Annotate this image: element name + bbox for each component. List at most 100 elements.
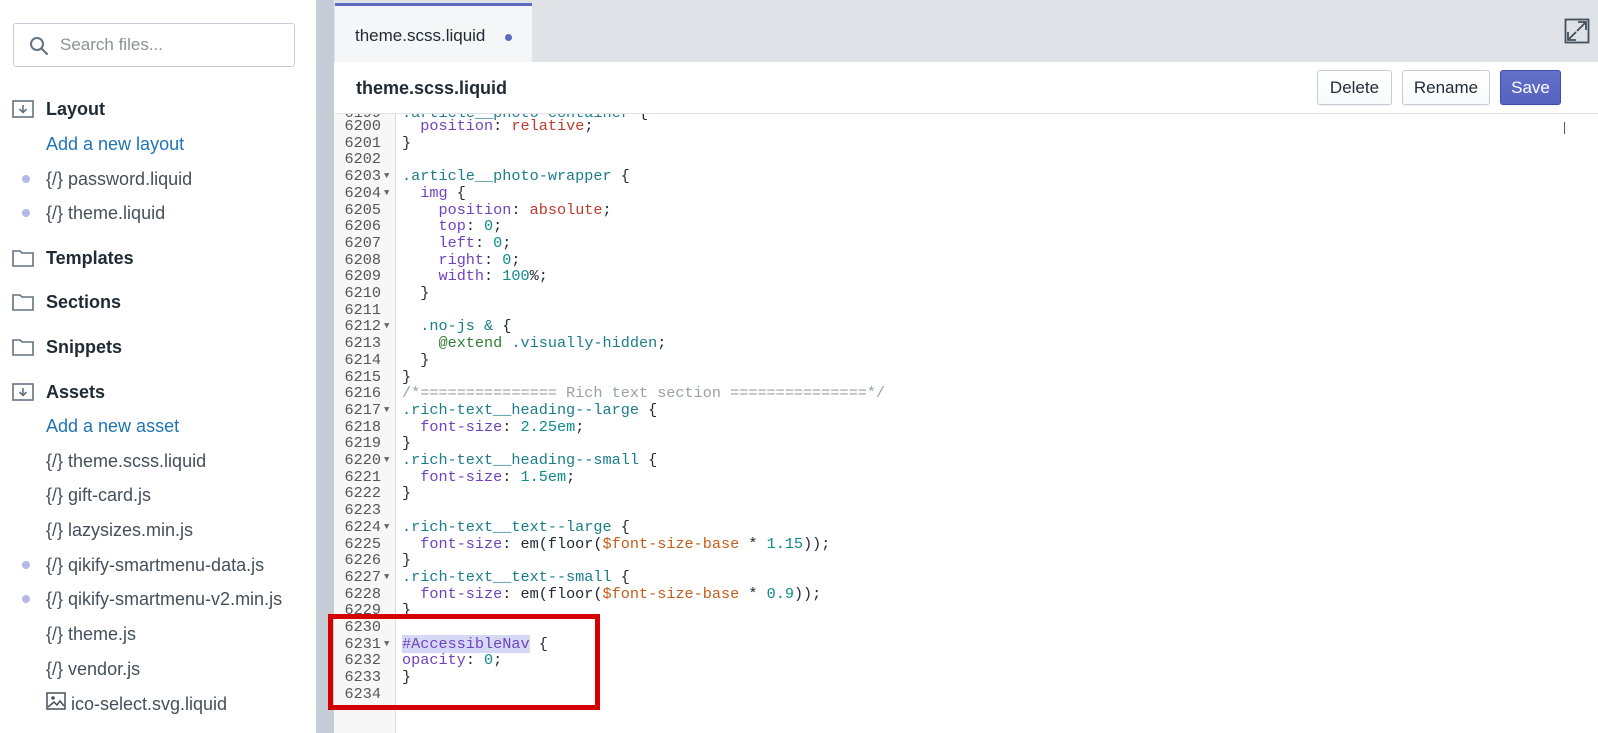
code-text: font-size: 2.25em; bbox=[420, 417, 585, 436]
file-name: ico-select.svg.liquid bbox=[71, 693, 228, 714]
file-sidebar: Layout Add a new layout {/}password.liqu… bbox=[0, 0, 316, 733]
file-type-icon: {/} bbox=[46, 168, 64, 189]
code-text: .rich-text__text--small { bbox=[402, 567, 630, 586]
file-name: theme.js bbox=[68, 623, 137, 644]
folder-open-icon bbox=[12, 100, 34, 118]
line-number: 6208 bbox=[344, 250, 381, 269]
file-type-icon: {/} bbox=[46, 484, 64, 505]
code-editor[interactable]: 6199.article__photo-container {6200 posi… bbox=[334, 114, 1598, 733]
line-number: 6234 bbox=[344, 684, 381, 703]
rename-button[interactable]: Rename bbox=[1402, 70, 1490, 105]
code-line: 6217 ▼ .rich-text__heading--large { bbox=[334, 400, 1598, 419]
code-text: } bbox=[402, 133, 412, 152]
fold-arrow-icon[interactable]: ▼ bbox=[384, 185, 389, 202]
code-text: .rich-text__text--large { bbox=[402, 517, 630, 536]
fold-arrow-icon[interactable]: ▼ bbox=[384, 318, 389, 335]
code-line: 6232 opacity: 0; bbox=[334, 652, 1598, 669]
code-line: 6221 font-size: 1.5em; bbox=[334, 468, 1598, 486]
modified-dot bbox=[22, 175, 30, 183]
fold-arrow-icon[interactable]: ▼ bbox=[384, 168, 389, 185]
folder-sections[interactable]: Sections bbox=[0, 287, 316, 317]
code-text: .rich-text__heading--large { bbox=[402, 400, 658, 419]
folder-label: Templates bbox=[46, 247, 134, 268]
code-line: 6215} bbox=[334, 368, 1598, 386]
code-line: 6224 ▼ .rich-text__text--large { bbox=[334, 517, 1598, 536]
folder-icon bbox=[12, 250, 34, 267]
code-line: 6218 font-size: 2.25em; bbox=[334, 417, 1598, 436]
file-item[interactable]: {/} password.liquid bbox=[0, 164, 316, 194]
expand-icon[interactable] bbox=[1564, 18, 1590, 44]
file-type-icon: {/} bbox=[46, 588, 64, 609]
file-name: password.liquid bbox=[68, 168, 193, 189]
fold-arrow-icon[interactable]: ▼ bbox=[384, 636, 389, 653]
code-text: width: 100%; bbox=[438, 267, 548, 286]
file-item[interactable]: {/} gift-card.js bbox=[0, 480, 316, 510]
file-name: qikify-smartmenu-data.js bbox=[68, 554, 265, 575]
search-box[interactable] bbox=[13, 23, 295, 67]
file-type-icon: {/} bbox=[46, 623, 64, 644]
file-name: lazysizes.min.js bbox=[68, 519, 194, 540]
code-line: 6219} bbox=[334, 435, 1598, 452]
code-line: 6202 bbox=[334, 151, 1598, 168]
file-item[interactable]: ico-select.svg.liquid bbox=[0, 688, 316, 718]
code-line: 6234 bbox=[334, 684, 1598, 703]
tab-theme-scss[interactable]: theme.scss.liquid bbox=[335, 3, 532, 62]
code-line: 6200 position: relative; bbox=[334, 118, 1598, 135]
code-text: } bbox=[402, 350, 430, 369]
line-number: 6214 bbox=[344, 350, 381, 369]
folder-layout[interactable]: Layout bbox=[0, 94, 316, 124]
code-text: right: 0; bbox=[438, 250, 521, 269]
folder-templates[interactable]: Templates bbox=[0, 243, 316, 273]
add-layout-link[interactable]: Add a new layout bbox=[46, 134, 184, 155]
delete-button[interactable]: Delete bbox=[1317, 70, 1392, 105]
add-asset-link[interactable]: Add a new asset bbox=[46, 416, 179, 437]
file-name: vendor.js bbox=[68, 658, 141, 679]
fold-arrow-icon[interactable]: ▼ bbox=[384, 519, 389, 536]
folder-assets[interactable]: Assets bbox=[0, 377, 316, 407]
file-item[interactable]: {/} qikify-smartmenu-v2.min.js bbox=[0, 584, 316, 614]
file-item[interactable]: {/} theme.scss.liquid bbox=[0, 446, 316, 476]
folder-snippets[interactable]: Snippets bbox=[0, 332, 316, 362]
panel-splitter[interactable] bbox=[316, 0, 334, 733]
save-button[interactable]: Save bbox=[1500, 70, 1561, 105]
file-item[interactable]: {/} theme.liquid bbox=[0, 198, 316, 228]
modified-dot bbox=[22, 595, 30, 603]
code-line: 6233} bbox=[334, 669, 1598, 686]
line-number: 6211 bbox=[344, 300, 381, 319]
code-text: left: 0; bbox=[438, 233, 512, 252]
code-line: 6210 } bbox=[334, 285, 1598, 302]
folder-icon bbox=[12, 294, 34, 311]
file-item[interactable]: {/} vendor.js bbox=[0, 654, 316, 684]
line-number: 6228 bbox=[344, 584, 381, 603]
file-name: theme.liquid bbox=[68, 202, 166, 223]
search-input[interactable] bbox=[60, 32, 288, 58]
code-text: } bbox=[402, 551, 412, 570]
code-line: 6220 ▼ .rich-text__heading--small { bbox=[334, 452, 1598, 469]
modified-dot bbox=[22, 209, 30, 217]
line-number: 6230 bbox=[344, 618, 381, 636]
code-line: 6204 ▼ img { bbox=[334, 183, 1598, 202]
line-number: 6223 bbox=[344, 501, 381, 520]
image-file-icon bbox=[46, 691, 66, 710]
line-number: 6204 bbox=[344, 183, 381, 202]
line-number: 6212 bbox=[344, 317, 381, 336]
code-text: img { bbox=[420, 183, 466, 202]
code-line: 6229} bbox=[334, 602, 1598, 619]
file-type-icon: {/} bbox=[46, 658, 64, 679]
code-line: 6206 top: 0; bbox=[334, 218, 1598, 235]
code-text: } bbox=[402, 284, 430, 302]
line-number: 6205 bbox=[344, 200, 381, 219]
code-line: 6231 ▼ #AccessibleNav { bbox=[334, 634, 1598, 653]
fold-arrow-icon[interactable]: ▼ bbox=[384, 452, 389, 469]
file-item[interactable]: {/} qikify-smartmenu-data.js bbox=[0, 550, 316, 580]
fold-arrow-icon[interactable]: ▼ bbox=[384, 402, 389, 419]
file-item[interactable]: {/} theme.js bbox=[0, 619, 316, 649]
code-text: position: relative; bbox=[420, 117, 594, 135]
code-text: #AccessibleNav { bbox=[402, 634, 548, 653]
folder-label: Layout bbox=[46, 98, 106, 119]
line-number: 6232 bbox=[344, 651, 381, 670]
code-text: position: absolute; bbox=[438, 200, 612, 219]
fold-arrow-icon[interactable]: ▼ bbox=[384, 569, 389, 586]
line-number: 6202 bbox=[344, 150, 381, 169]
file-item[interactable]: {/} lazysizes.min.js bbox=[0, 515, 316, 545]
